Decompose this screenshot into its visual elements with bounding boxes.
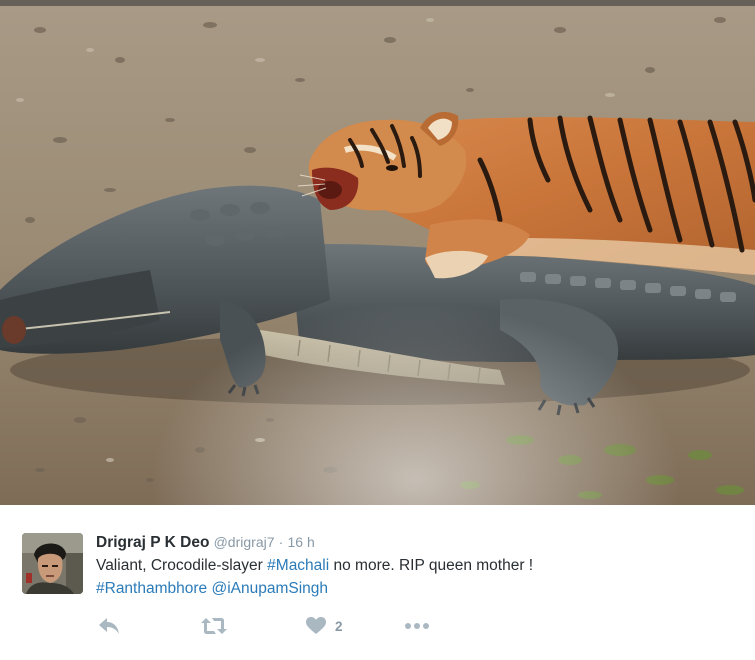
reply-icon: [99, 618, 119, 634]
author-name[interactable]: Drigraj P K Deo: [96, 534, 209, 551]
tweet-card: Drigraj P K Deo @drigraj7 · 16 h Valiant…: [0, 505, 755, 660]
more-button[interactable]: [404, 615, 430, 637]
separator-dot: ·: [278, 534, 284, 550]
like-button[interactable]: 2: [306, 615, 343, 637]
tweet-text: no more. RIP queen mother !: [329, 557, 534, 574]
retweet-icon: [201, 618, 227, 634]
reply-button[interactable]: [98, 615, 120, 637]
avatar-image: [22, 533, 83, 594]
tweet-header: Drigraj P K Deo @drigraj7 · 16 h: [96, 533, 315, 552]
hashtag-machali[interactable]: #Machali: [267, 557, 329, 574]
hashtag-ranthambhore[interactable]: #Ranthambhore: [96, 580, 207, 597]
heart-icon: [306, 617, 326, 634]
tweet-text: Valiant, Crocodile-slayer: [96, 557, 268, 574]
avatar[interactable]: [22, 533, 83, 594]
tweet-text-line-1: Valiant, Crocodile-slayer #Machali no mo…: [96, 556, 533, 576]
tweet-text-line-2: #Ranthambhore @iAnupamSingh: [96, 579, 328, 599]
mention-ianupamsingh[interactable]: @iAnupamSingh: [211, 580, 328, 597]
tiger-crocodile-photo: [0, 0, 755, 505]
like-count: 2: [335, 618, 343, 634]
tweet-screenshot: Drigraj P K Deo @drigraj7 · 16 h Valiant…: [0, 0, 755, 660]
tweet-actions: 2: [96, 615, 496, 637]
more-icon: [405, 623, 429, 629]
tweet-timestamp[interactable]: 16 h: [288, 534, 315, 550]
tweet-photo[interactable]: [0, 0, 755, 505]
retweet-button[interactable]: [201, 615, 227, 637]
author-handle[interactable]: @drigraj7: [214, 534, 275, 550]
